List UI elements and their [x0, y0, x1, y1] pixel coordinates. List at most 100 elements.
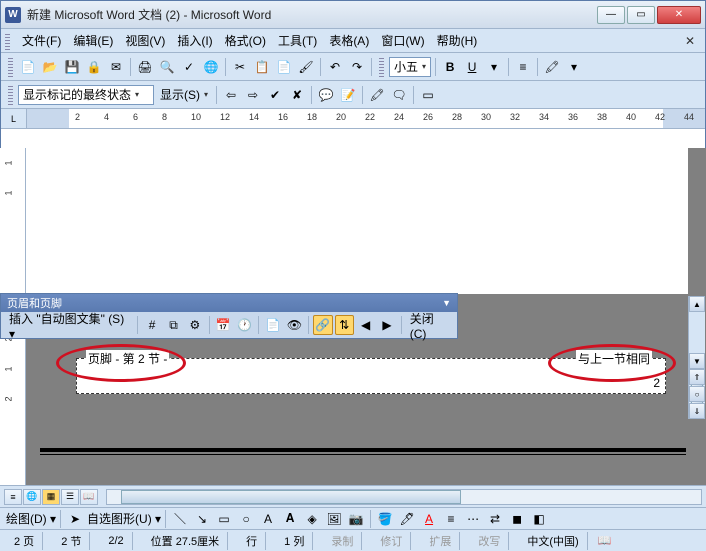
doc-close-button[interactable]: ✕: [679, 34, 701, 48]
preview-icon[interactable]: 🔍: [157, 57, 177, 77]
menu-insert[interactable]: 插入(I): [171, 30, 218, 51]
hf-dropdown-icon[interactable]: ▼: [442, 298, 451, 308]
hscroll-thumb[interactable]: [121, 490, 461, 504]
permission-icon[interactable]: 🔒: [84, 57, 104, 77]
show-next-icon[interactable]: ▶: [377, 315, 396, 335]
show-menu[interactable]: 显示(S)▾: [156, 85, 212, 105]
balloon-icon[interactable]: 🗨: [389, 85, 409, 105]
view-print-icon[interactable]: ▦: [42, 489, 60, 505]
bold-button[interactable]: B: [440, 57, 460, 77]
scroll-down-icon[interactable]: ▼: [689, 353, 705, 369]
menu-help[interactable]: 帮助(H): [431, 30, 484, 51]
draw-menu[interactable]: 绘图(D) ▾: [6, 510, 56, 527]
reject-icon[interactable]: ✘: [287, 85, 307, 105]
rect-icon[interactable]: ▭: [214, 509, 234, 529]
menu-tools[interactable]: 工具(T): [272, 30, 323, 51]
toolbar-grip[interactable]: [5, 32, 10, 50]
textbox-icon[interactable]: A: [258, 509, 278, 529]
highlight-icon[interactable]: 🖍: [542, 57, 562, 77]
oval-icon[interactable]: ○: [236, 509, 256, 529]
vertical-scrollbar[interactable]: ▲ ▼ ⇑ ○ ⇓: [688, 296, 705, 419]
time-icon[interactable]: 🕐: [235, 315, 254, 335]
align-left-icon[interactable]: ≡: [513, 57, 533, 77]
date-icon[interactable]: 📅: [214, 315, 233, 335]
clipart-icon[interactable]: 🖼: [324, 509, 344, 529]
browse-select-icon[interactable]: ○: [689, 386, 705, 402]
maximize-button[interactable]: ▭: [627, 6, 655, 24]
arrow-style-icon[interactable]: ⇄: [485, 509, 505, 529]
diagram-icon[interactable]: ◈: [302, 509, 322, 529]
prev-change-icon[interactable]: ⇦: [221, 85, 241, 105]
new-icon[interactable]: 📄: [18, 57, 38, 77]
select-icon[interactable]: ➤: [65, 509, 85, 529]
toolbar-grip[interactable]: [379, 57, 384, 77]
menu-file[interactable]: 文件(F): [16, 30, 67, 51]
mail-icon[interactable]: ✉: [106, 57, 126, 77]
markup-state-combo[interactable]: 显示标记的最终状态▾: [18, 85, 154, 105]
accept-icon[interactable]: ✔: [265, 85, 285, 105]
spell-icon[interactable]: ✓: [179, 57, 199, 77]
status-rec[interactable]: 录制: [323, 532, 362, 550]
highlight-dd-icon[interactable]: ▾: [564, 57, 584, 77]
close-button[interactable]: ✕: [657, 6, 701, 24]
horizontal-scrollbar[interactable]: [106, 489, 702, 505]
paste-icon[interactable]: 📄: [274, 57, 294, 77]
status-rev[interactable]: 修订: [372, 532, 411, 550]
underline-button[interactable]: U: [462, 57, 482, 77]
page-upper[interactable]: [26, 148, 688, 294]
view-outline-icon[interactable]: ☰: [61, 489, 79, 505]
switch-hf-icon[interactable]: ⇅: [335, 315, 354, 335]
fill-color-icon[interactable]: 🪣: [375, 509, 395, 529]
page-number-icon[interactable]: #: [142, 315, 161, 335]
highlight2-icon[interactable]: 🖍: [367, 85, 387, 105]
show-prev-icon[interactable]: ◀: [356, 315, 375, 335]
underline-dd-icon[interactable]: ▾: [484, 57, 504, 77]
toolbar-grip[interactable]: [8, 85, 13, 105]
view-normal-icon[interactable]: ≡: [4, 489, 22, 505]
menu-format[interactable]: 格式(O): [219, 30, 272, 51]
toolbar-grip[interactable]: [8, 57, 13, 77]
open-icon[interactable]: 📂: [40, 57, 60, 77]
autoshape-menu[interactable]: 自选图形(U) ▾: [87, 510, 161, 527]
font-color-icon[interactable]: A: [419, 509, 439, 529]
format-painter-icon[interactable]: 🖌: [296, 57, 316, 77]
scroll-up-icon[interactable]: ▲: [689, 296, 705, 312]
line-style-icon[interactable]: ≡: [441, 509, 461, 529]
page-setup-icon[interactable]: 📄: [263, 315, 282, 335]
print-icon[interactable]: 🖨: [135, 57, 155, 77]
view-reading-icon[interactable]: 📖: [80, 489, 98, 505]
shadow-icon[interactable]: ◼: [507, 509, 527, 529]
status-lang[interactable]: 中文(中国): [519, 532, 587, 550]
status-ext[interactable]: 扩展: [421, 532, 460, 550]
next-change-icon[interactable]: ⇨: [243, 85, 263, 105]
ruler-corner[interactable]: L: [1, 109, 27, 129]
comment-icon[interactable]: 💬: [316, 85, 336, 105]
line-icon[interactable]: ＼: [170, 509, 190, 529]
status-ovr[interactable]: 改写: [470, 532, 509, 550]
line-color-icon[interactable]: 🖊: [397, 509, 417, 529]
undo-icon[interactable]: ↶: [325, 57, 345, 77]
menu-table[interactable]: 表格(A): [323, 30, 375, 51]
3d-icon[interactable]: ◧: [529, 509, 549, 529]
horizontal-ruler[interactable]: L 24681012141618202224262830323436384042…: [1, 109, 705, 129]
cut-icon[interactable]: ✂: [230, 57, 250, 77]
font-size-combo[interactable]: 小五▾: [389, 57, 431, 77]
arrow-icon[interactable]: ↘: [192, 509, 212, 529]
redo-icon[interactable]: ↷: [347, 57, 367, 77]
hf-close-button[interactable]: 关闭(C): [406, 308, 453, 343]
link-previous-icon[interactable]: 🔗: [313, 315, 332, 335]
picture-icon[interactable]: 📷: [346, 509, 366, 529]
wordart-icon[interactable]: 𝐀: [280, 509, 300, 529]
menu-view[interactable]: 视图(V): [119, 30, 171, 51]
view-web-icon[interactable]: 🌐: [23, 489, 41, 505]
format-pagenum-icon[interactable]: ⚙: [185, 315, 204, 335]
status-spellcheck-icon[interactable]: 📖: [598, 534, 612, 547]
track-icon[interactable]: 📝: [338, 85, 358, 105]
browse-prev-icon[interactable]: ⇑: [689, 369, 705, 385]
menu-edit[interactable]: 编辑(E): [67, 30, 119, 51]
review-pane-icon[interactable]: ▭: [418, 85, 438, 105]
browse-next-icon[interactable]: ⇓: [689, 403, 705, 419]
save-icon[interactable]: 💾: [62, 57, 82, 77]
minimize-button[interactable]: —: [597, 6, 625, 24]
menu-window[interactable]: 窗口(W): [375, 30, 430, 51]
